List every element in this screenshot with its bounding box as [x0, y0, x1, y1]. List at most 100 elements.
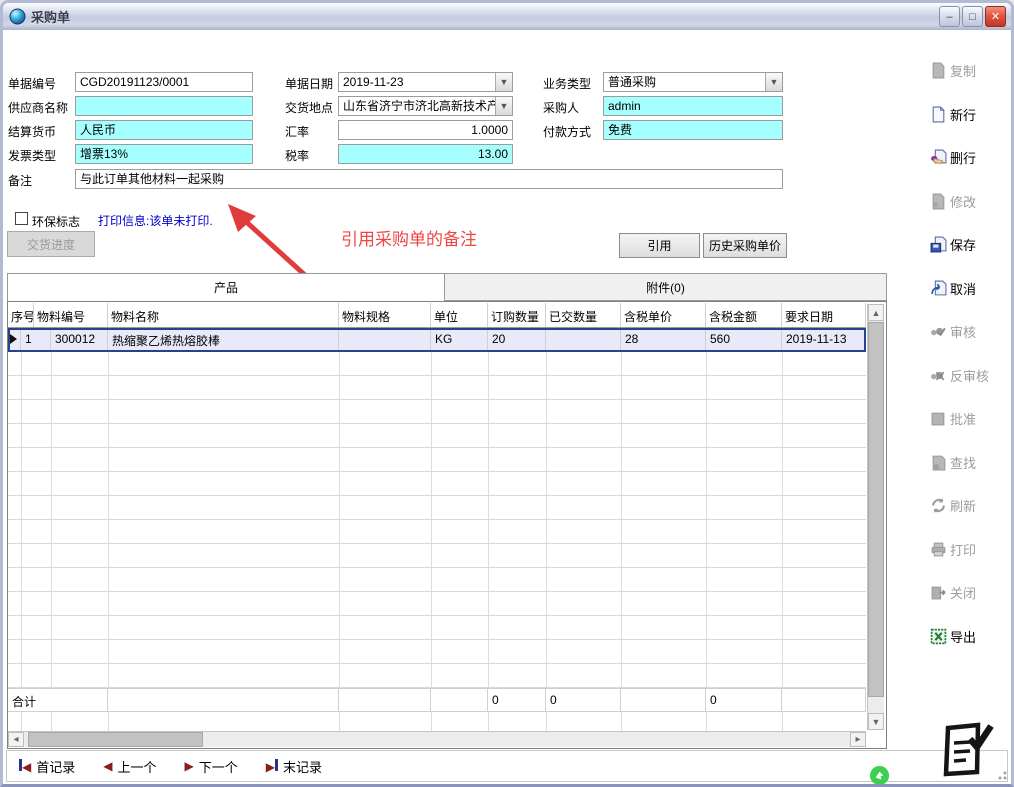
approve-button: 批准: [930, 409, 976, 428]
scroll-right-icon[interactable]: ▸: [850, 732, 866, 747]
close-form-icon: [930, 584, 947, 601]
cell-seq[interactable]: 1: [21, 328, 51, 352]
vertical-scroll-thumb[interactable]: [868, 322, 884, 697]
buyer-field[interactable]: admin: [603, 96, 783, 116]
scroll-up-icon[interactable]: ▲: [868, 304, 884, 321]
scroll-left-icon[interactable]: ◂: [8, 732, 24, 747]
cell-unit[interactable]: KG: [431, 328, 488, 352]
column-header[interactable]: 含税单价: [621, 303, 706, 327]
close-button[interactable]: ✕: [985, 6, 1006, 27]
currency-label: 结算货币: [8, 123, 56, 140]
column-header[interactable]: 订购数量: [488, 303, 546, 327]
purchase-order-window: 采购单 – □ ✕ 单据编号 供应商名称 结算货币 发票类型 备注 单据日期 交…: [0, 0, 1014, 787]
remark-field[interactable]: 与此订单其他材料一起采购: [75, 169, 783, 189]
prev-record-button[interactable]: ◀ 上一个: [103, 757, 156, 776]
audit-button: 审核: [930, 322, 976, 341]
tab-product[interactable]: 产品: [7, 273, 445, 301]
resize-grip[interactable]: [997, 770, 1007, 780]
cancel-icon: [930, 280, 947, 297]
history-price-button[interactable]: 历史采购单价: [703, 233, 787, 258]
scroll-down-icon[interactable]: ▼: [868, 713, 884, 730]
grid-header-row: 序号 物料编号 物料名称 物料规格 单位 订购数量 已交数量 含税单价 含税金额…: [8, 303, 866, 328]
column-header[interactable]: 序号: [8, 303, 34, 327]
row-selector: [8, 328, 21, 352]
cell-code[interactable]: 300012: [51, 328, 108, 352]
first-record-button[interactable]: ◀ 首记录: [19, 757, 75, 776]
last-record-button[interactable]: ▶ 末记录: [266, 757, 322, 776]
column-header[interactable]: 要求日期: [782, 303, 866, 327]
total-label: 合计: [8, 689, 108, 712]
invoice-type-field[interactable]: 增票13%: [75, 144, 253, 164]
eco-checkbox[interactable]: [15, 212, 28, 225]
next-record-button[interactable]: ▶ 下一个: [185, 757, 238, 776]
cancel-button[interactable]: 取消: [930, 279, 976, 298]
cell-name[interactable]: 热缩聚乙烯热熔胶棒: [108, 328, 339, 352]
vertical-scrollbar[interactable]: ▲ ▼: [867, 304, 884, 730]
total-amount: 0: [706, 689, 782, 712]
delivery-place-combobox[interactable]: 山东省济宁市济北高新技术产 ▼: [338, 96, 513, 116]
refresh-icon: [930, 497, 947, 514]
next-record-icon: ▶: [185, 759, 194, 773]
supplier-field[interactable]: [75, 96, 253, 116]
supplier-label: 供应商名称: [8, 99, 68, 116]
tax-rate-label: 税率: [285, 147, 309, 164]
grid-empty-rows: [8, 352, 866, 688]
maximize-button[interactable]: □: [962, 6, 983, 27]
grid-total-row: 合计 0 0 0: [8, 688, 866, 712]
remark-label: 备注: [8, 172, 32, 189]
grid-empty-rows: [8, 712, 866, 732]
find-button: 查找: [930, 453, 976, 472]
column-header[interactable]: 已交数量: [546, 303, 621, 327]
total-qty: 0: [488, 689, 546, 712]
delivery-progress-button: 交货进度: [7, 231, 95, 257]
new-row-button[interactable]: 新行: [930, 105, 976, 124]
modify-icon: [930, 193, 947, 210]
tab-bar: 产品 附件(0): [7, 273, 887, 301]
cell-amount[interactable]: 560: [706, 328, 782, 352]
export-button[interactable]: 导出: [930, 627, 976, 646]
new-row-icon: [930, 106, 947, 123]
cell-spec[interactable]: [339, 328, 431, 352]
payment-field[interactable]: 免费: [603, 120, 783, 140]
currency-field[interactable]: 人民币: [75, 120, 253, 140]
chevron-down-icon[interactable]: ▼: [765, 73, 782, 91]
save-button[interactable]: 保存: [930, 235, 976, 254]
title-bar[interactable]: 采购单 – □ ✕: [3, 3, 1011, 30]
chevron-down-icon[interactable]: ▼: [495, 73, 512, 91]
exchange-rate-label: 汇率: [285, 123, 309, 140]
chevron-down-icon[interactable]: ▼: [495, 97, 512, 115]
delivery-place-label: 交货地点: [285, 99, 333, 116]
column-header[interactable]: 含税金额: [706, 303, 782, 327]
eco-checkbox-label: 环保标志: [32, 213, 80, 230]
buyer-label: 采购人: [543, 99, 579, 116]
table-row[interactable]: 1 300012 热缩聚乙烯热熔胶棒 KG 20 28 560 2019-11-…: [8, 328, 866, 352]
column-header[interactable]: 单位: [431, 303, 488, 327]
column-header[interactable]: 物料名称: [108, 303, 339, 327]
column-header[interactable]: 物料编号: [34, 303, 108, 327]
doc-no-field[interactable]: CGD20191123/0001: [75, 72, 253, 92]
cell-date[interactable]: 2019-11-13: [782, 328, 866, 352]
refresh-button: 刷新: [930, 496, 976, 515]
save-icon: [930, 236, 947, 253]
annotation-text: 引用采购单的备注: [341, 225, 477, 250]
minimize-button[interactable]: –: [939, 6, 960, 27]
unaudit-button: 反审核: [930, 366, 989, 385]
red-arrow-annotation: [218, 198, 318, 283]
tax-rate-field[interactable]: 13.00: [338, 144, 513, 164]
column-header[interactable]: 物料规格: [339, 303, 431, 327]
horizontal-scrollbar[interactable]: ◂ ▸: [8, 731, 866, 747]
delete-row-button[interactable]: 删行: [930, 148, 976, 167]
biz-type-combobox[interactable]: 普通采购 ▼: [603, 72, 783, 92]
print-icon: [930, 541, 947, 558]
quote-button[interactable]: 引用: [619, 233, 700, 258]
cell-qty[interactable]: 20: [488, 328, 546, 352]
horizontal-scroll-thumb[interactable]: [28, 732, 203, 747]
exchange-rate-field[interactable]: 1.0000: [338, 120, 513, 140]
cell-price[interactable]: 28: [621, 328, 706, 352]
delete-row-icon: [930, 149, 947, 166]
side-toolbar: 复制 新行 删行 修改 保存 取消 审核 反审核 批准 查找: [898, 30, 1014, 749]
record-navbar: ◀ 首记录 ◀ 上一个 ▶ 下一个 ▶ 末记录: [6, 750, 1008, 782]
tab-attachment[interactable]: 附件(0): [445, 273, 887, 301]
cell-delivered[interactable]: [546, 328, 621, 352]
doc-date-combobox[interactable]: 2019-11-23 ▼: [338, 72, 513, 92]
